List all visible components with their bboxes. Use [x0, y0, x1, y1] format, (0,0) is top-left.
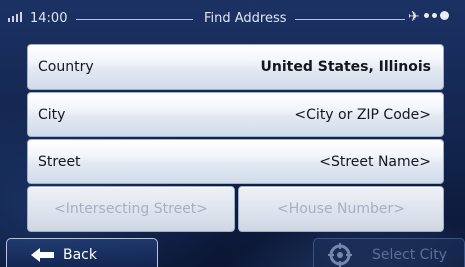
title-divider-left [76, 19, 193, 20]
country-field[interactable]: Country United States, Illinois [27, 44, 444, 90]
intersecting-street-placeholder: <Intersecting Street> [53, 201, 209, 217]
city-field[interactable]: City <City or ZIP Code> [27, 92, 444, 137]
gps-icon: ✈ [408, 9, 420, 25]
back-label: Back [63, 247, 97, 263]
intersecting-street-field[interactable]: <Intersecting Street> [27, 186, 235, 232]
house-number-placeholder: <House Number> [276, 201, 406, 217]
street-value: <Street Name> [319, 153, 431, 170]
house-number-field[interactable]: <House Number> [238, 186, 444, 232]
back-arrow-icon [31, 247, 55, 267]
screen-title: Find Address [204, 11, 287, 26]
select-city-label: Select City [372, 247, 448, 263]
signal-icon [8, 12, 22, 22]
status-bar: 14:00 Find Address ✈ [0, 0, 465, 40]
city-label: City [38, 106, 66, 123]
country-label: Country [38, 59, 94, 75]
find-address-screen: 14:00 Find Address ✈ Country United Stat… [0, 0, 465, 267]
title-divider-right [295, 19, 405, 20]
street-field[interactable]: Street <Street Name> [27, 139, 444, 184]
country-value: United States, Illinois [260, 59, 431, 75]
back-button[interactable]: Back [6, 238, 158, 267]
select-city-button[interactable]: Select City [313, 238, 465, 267]
status-dots-icon [424, 11, 449, 20]
crosshair-icon [328, 243, 352, 267]
street-label: Street [38, 153, 81, 170]
clock-time: 14:00 [30, 11, 68, 26]
city-value: <City or ZIP Code> [294, 106, 431, 123]
